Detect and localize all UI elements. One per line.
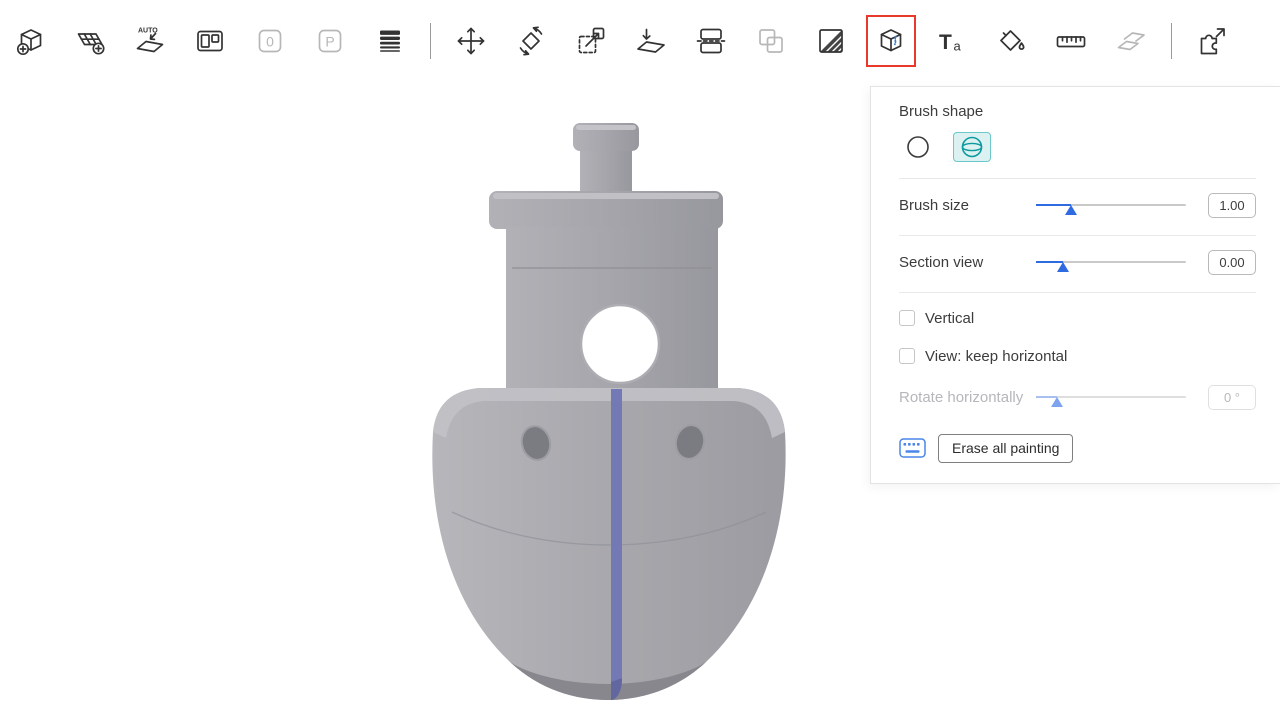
svg-text:a: a <box>954 39 962 54</box>
panel-divider <box>899 292 1256 293</box>
benchy-seam-stripe <box>611 389 622 700</box>
text-icon: T a <box>933 23 969 59</box>
mesh-boolean-icon <box>753 23 789 59</box>
panel-divider <box>899 235 1256 236</box>
rotate-icon <box>513 23 549 59</box>
tool-process-p[interactable]: P <box>310 18 350 64</box>
brush-shape-label: Brush shape <box>899 103 1256 120</box>
tool-arrange[interactable] <box>190 18 230 64</box>
vertical-row: Vertical <box>899 309 1256 327</box>
rotate-horizontally-value: 0 ° <box>1208 385 1256 410</box>
seam-painting-panel: Brush shape Brush size 1.00 Section view… <box>870 86 1280 484</box>
erase-all-painting-button[interactable]: Erase all painting <box>938 434 1073 463</box>
toolbar-divider <box>1171 23 1172 59</box>
tool-seam-painting[interactable] <box>871 18 911 64</box>
tool-move[interactable] <box>451 18 491 64</box>
tool-variable-layer-height[interactable] <box>370 18 410 64</box>
seam-painting-icon <box>873 23 909 59</box>
rotate-horizontally-label: Rotate horizontally <box>899 389 1023 406</box>
main-toolbar: AUTO 0 P <box>10 12 1232 70</box>
cut-icon <box>693 23 729 59</box>
zero-icon: 0 <box>252 23 288 59</box>
keyboard-icon <box>899 438 926 458</box>
plugins-icon <box>1194 23 1230 59</box>
brush-size-row: Brush size 1.00 <box>899 191 1256 219</box>
tool-measure[interactable] <box>1051 18 1091 64</box>
keep-horizontal-checkbox[interactable] <box>899 348 915 364</box>
benchy-chimney <box>573 123 639 198</box>
arrange-icon <box>192 23 228 59</box>
benchy-window <box>581 305 659 383</box>
tool-support-painting[interactable] <box>811 18 851 64</box>
keep-horizontal-label: View: keep horizontal <box>925 348 1067 365</box>
panel-actions-row: Erase all painting <box>899 433 1256 463</box>
add-plate-icon <box>72 23 108 59</box>
tool-auto-orient[interactable]: AUTO <box>130 18 170 64</box>
brush-shape-options <box>899 132 1256 162</box>
layers-icon <box>372 23 408 59</box>
tool-add-object[interactable] <box>10 18 50 64</box>
section-view-slider[interactable] <box>1036 253 1186 271</box>
move-icon <box>453 23 489 59</box>
shortcuts-button[interactable] <box>899 438 926 458</box>
svg-text:P: P <box>325 34 334 50</box>
add-object-icon <box>12 23 48 59</box>
circle-brush-icon <box>905 134 931 160</box>
tool-lay-on-face[interactable] <box>631 18 671 64</box>
tool-cut[interactable] <box>691 18 731 64</box>
color-painting-icon <box>993 23 1029 59</box>
rotate-horizontally-row: Rotate horizontally 0 ° <box>899 383 1256 411</box>
brush-size-label: Brush size <box>899 197 969 214</box>
tool-variable-layer-zero[interactable]: 0 <box>250 18 290 64</box>
benchy-cabin <box>489 191 723 392</box>
measure-icon <box>1053 23 1089 59</box>
sphere-brush-icon <box>959 134 985 160</box>
p-icon: P <box>312 23 348 59</box>
brush-shape-sphere-option[interactable] <box>953 132 991 162</box>
lay-on-face-icon <box>633 23 669 59</box>
section-view-label: Section view <box>899 254 983 271</box>
benchy-hull <box>432 388 785 700</box>
toolbar-divider <box>430 23 431 59</box>
tool-mesh-boolean[interactable] <box>751 18 791 64</box>
section-view-value[interactable]: 0.00 <box>1208 250 1256 275</box>
tool-scale[interactable] <box>571 18 611 64</box>
svg-text:0: 0 <box>266 34 274 50</box>
assembly-icon <box>1113 23 1149 59</box>
tool-plugins[interactable] <box>1192 18 1232 64</box>
tool-text[interactable]: T a <box>931 18 971 64</box>
tool-assembly[interactable] <box>1111 18 1151 64</box>
tool-color-painting[interactable] <box>991 18 1031 64</box>
brush-size-slider[interactable] <box>1036 196 1186 214</box>
brush-size-value[interactable]: 1.00 <box>1208 193 1256 218</box>
tool-rotate[interactable] <box>511 18 551 64</box>
tool-add-plate[interactable] <box>70 18 110 64</box>
rotate-horizontally-slider[interactable] <box>1036 388 1186 406</box>
vertical-checkbox[interactable] <box>899 310 915 326</box>
scale-icon <box>573 23 609 59</box>
brush-shape-circle-option[interactable] <box>899 132 937 162</box>
auto-orient-icon: AUTO <box>132 23 168 59</box>
panel-divider <box>899 178 1256 179</box>
vertical-label: Vertical <box>925 310 974 327</box>
section-view-row: Section view 0.00 <box>899 248 1256 276</box>
svg-text:T: T <box>939 31 952 54</box>
support-painting-icon <box>813 23 849 59</box>
keep-horizontal-row: View: keep horizontal <box>899 347 1256 365</box>
